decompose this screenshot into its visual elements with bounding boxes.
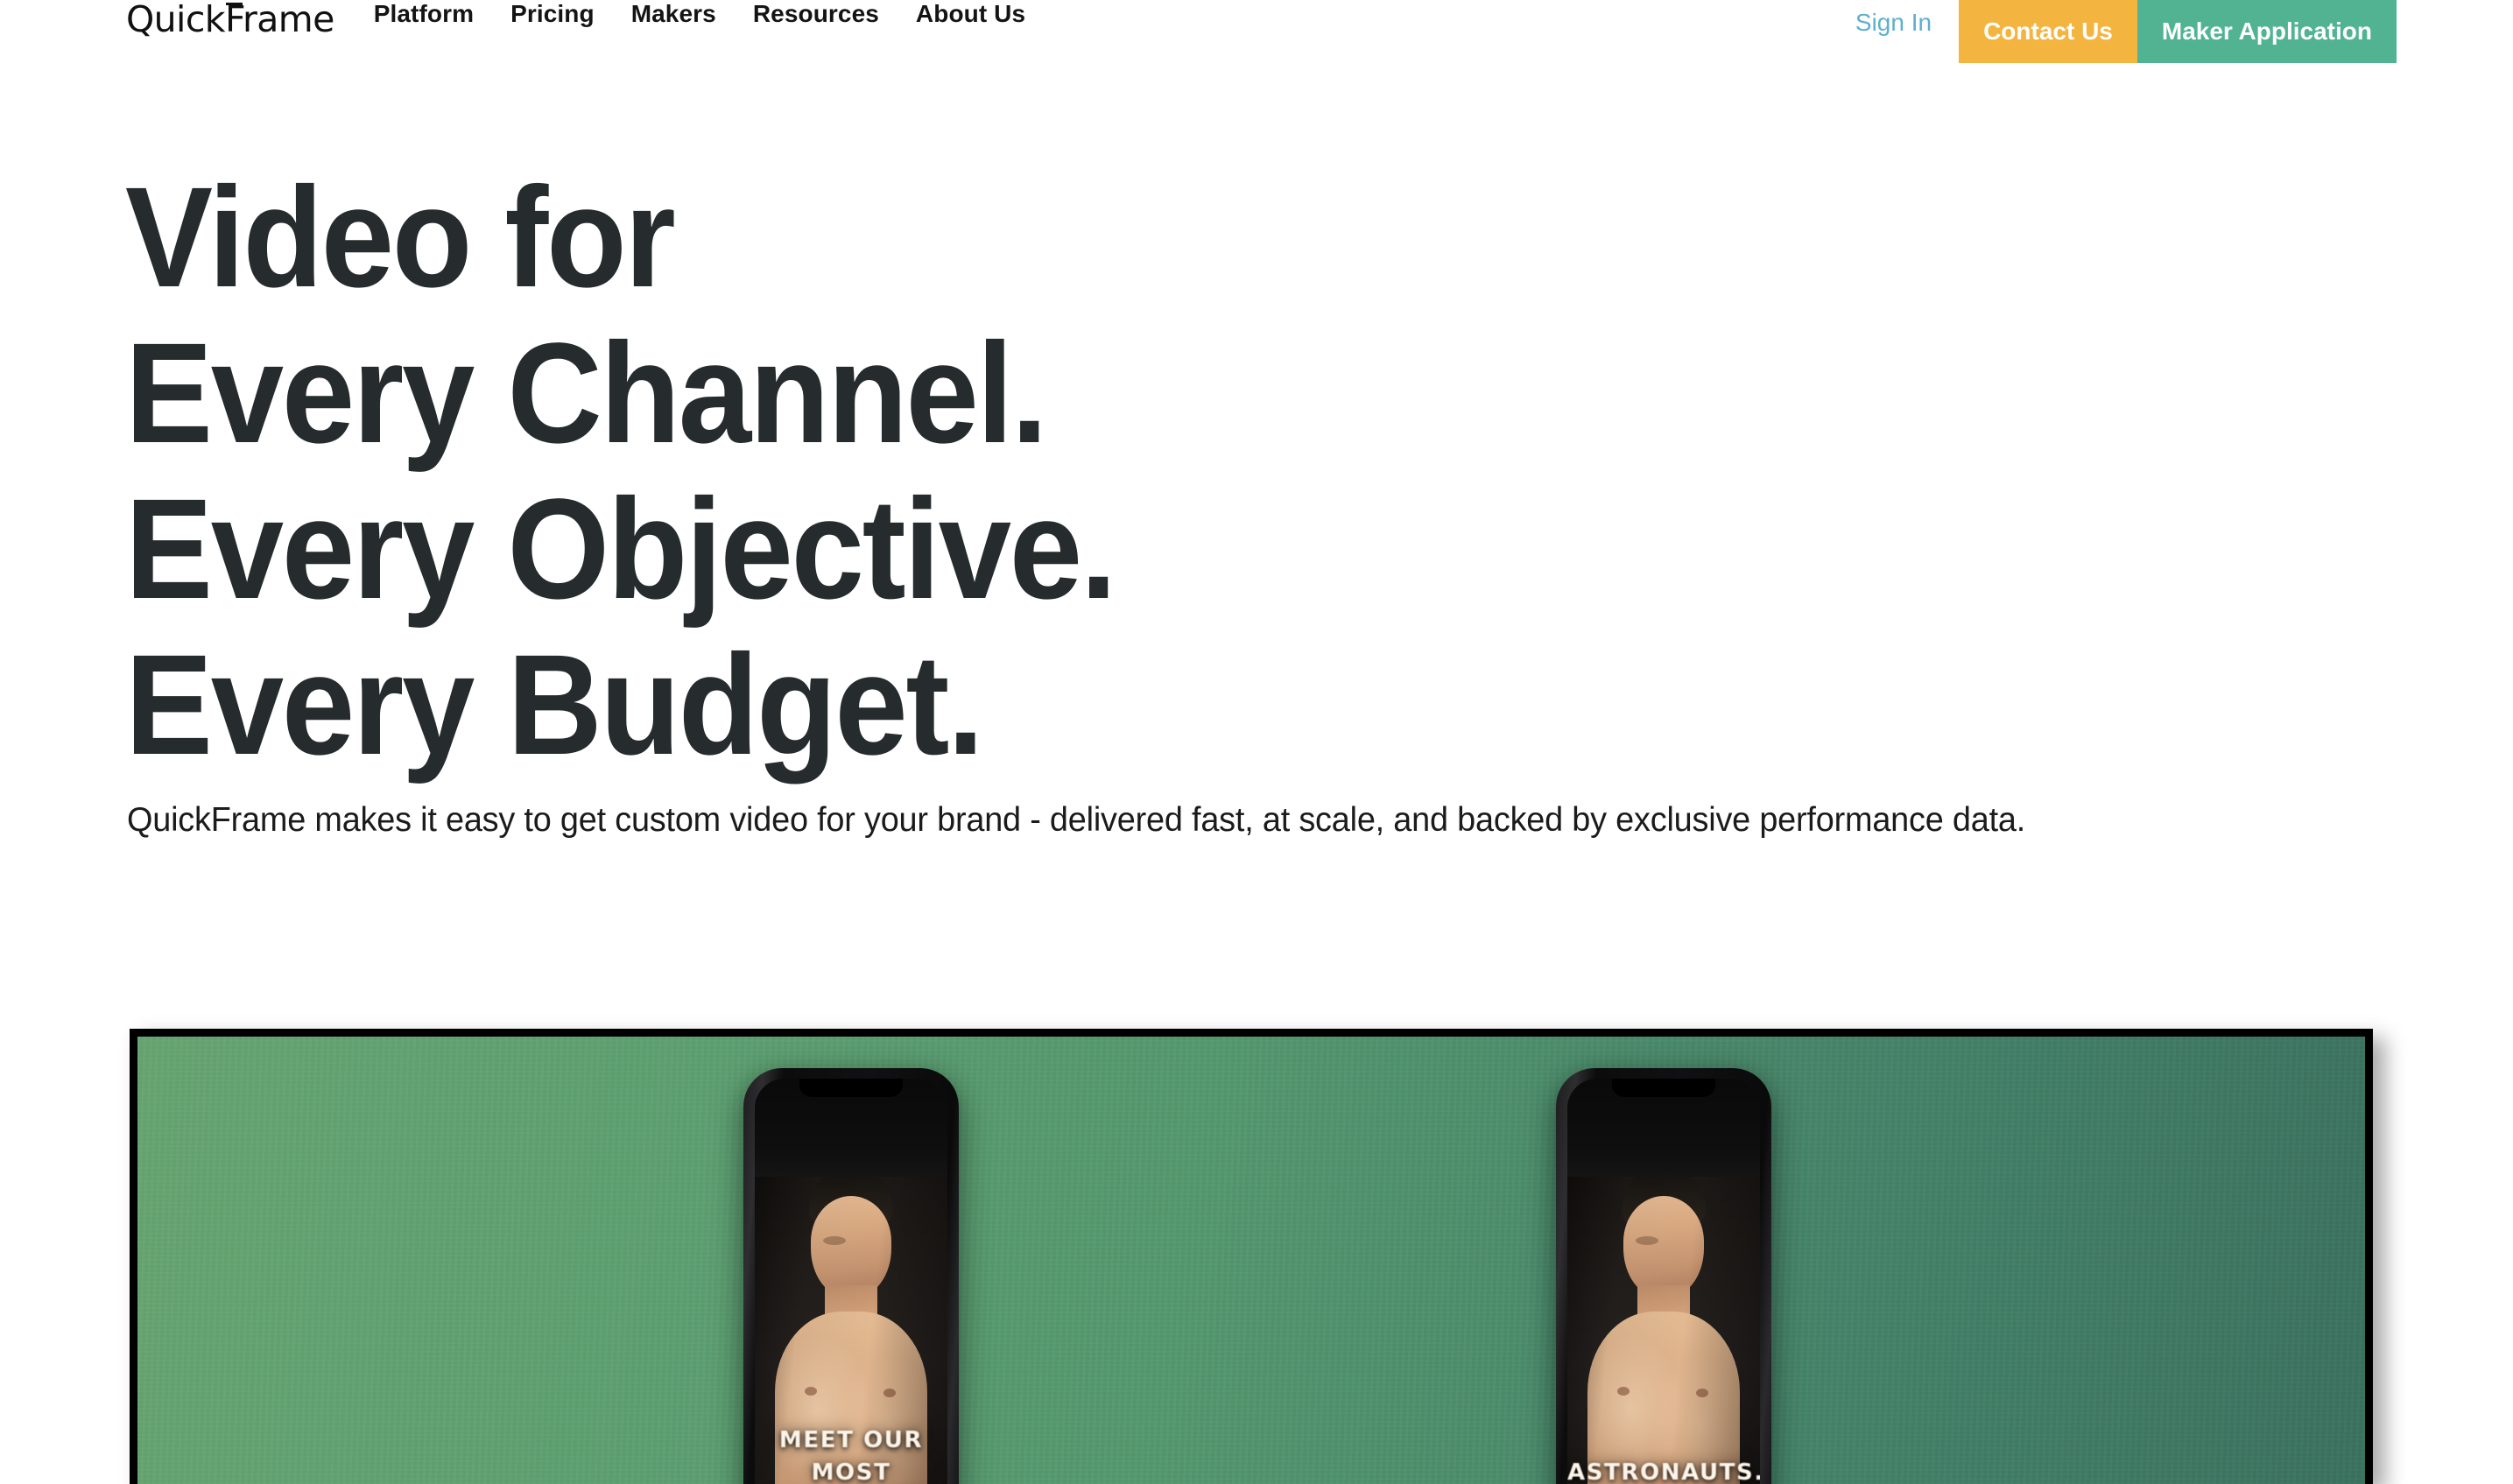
phone-mockup-left: MEET OUR MOST LUXURIOUS [743, 1068, 959, 1484]
hero-video-stage: MEET OUR MOST LUXURIOUS [137, 1037, 2365, 1484]
nav-item-pricing[interactable]: Pricing [492, 2, 613, 26]
logo-text-rame: rame [242, 0, 334, 40]
headline-line-3: Every Objective. [125, 468, 1117, 629]
video-grain-overlay [137, 1037, 2365, 1484]
phone-left-caption-line-1: MEET OUR [778, 1427, 924, 1453]
maker-application-button[interactable]: Maker Application [2136, 0, 2397, 63]
nav-right-group: Sign In Contact Us Maker Application [1855, 0, 2397, 63]
phone-right-screen: ASTRONAUTS. OLYMPIANS. [1567, 1079, 1760, 1484]
headline-line-2: Every Channel. [125, 313, 1048, 473]
logo-text-f: F [225, 0, 243, 40]
nav-item-makers[interactable]: Makers [613, 2, 735, 26]
phone-left-video-subject: MEET OUR MOST LUXURIOUS [755, 1163, 947, 1484]
phone-left-screen: MEET OUR MOST LUXURIOUS [755, 1079, 947, 1484]
hero-video-frame[interactable]: MEET OUR MOST LUXURIOUS [130, 1029, 2373, 1484]
phone-left-caption-line-2: MOST LUXURIOUS [811, 1459, 891, 1484]
nav-item-about-us[interactable]: About Us [898, 2, 1044, 26]
phone-right-caption: ASTRONAUTS. OLYMPIANS. [1567, 1457, 1760, 1484]
phone-right-video-subject: ASTRONAUTS. OLYMPIANS. [1567, 1163, 1760, 1484]
subject-shading [1567, 1163, 1760, 1484]
phone-right-caption-line-1: ASTRONAUTS. [1567, 1459, 1760, 1484]
phone-left-notch [799, 1079, 903, 1097]
nav-item-resources[interactable]: Resources [735, 2, 898, 26]
hero-subheadline: QuickFrame makes it easy to get custom v… [127, 801, 2026, 839]
sign-in-link[interactable]: Sign In [1855, 11, 1932, 35]
quickframe-logo[interactable]: QuickFrame [126, 0, 334, 40]
nav-left-group: QuickFrame Platform Pricing Makers Resou… [126, 0, 1044, 63]
contact-us-button[interactable]: Contact Us [1959, 0, 2137, 63]
phone-mockup-right: ASTRONAUTS. OLYMPIANS. [1556, 1068, 1771, 1484]
phone-left-notch-band [755, 1079, 947, 1177]
headline-line-1: Video for [125, 157, 676, 317]
phone-right-notch-band [1567, 1079, 1760, 1177]
primary-nav-links: Platform Pricing Makers Resources About … [355, 2, 1044, 26]
phone-right-notch [1612, 1079, 1715, 1097]
headline-line-4: Every Budget. [125, 624, 984, 784]
nav-item-platform[interactable]: Platform [355, 2, 492, 26]
phone-left-caption: MEET OUR MOST LUXURIOUS [755, 1424, 947, 1484]
logo-text-quick: Quick [126, 0, 226, 40]
page-title: Video for Every Channel. Every Objective… [125, 157, 1117, 784]
top-navigation-bar: QuickFrame Platform Pricing Makers Resou… [0, 0, 2513, 63]
